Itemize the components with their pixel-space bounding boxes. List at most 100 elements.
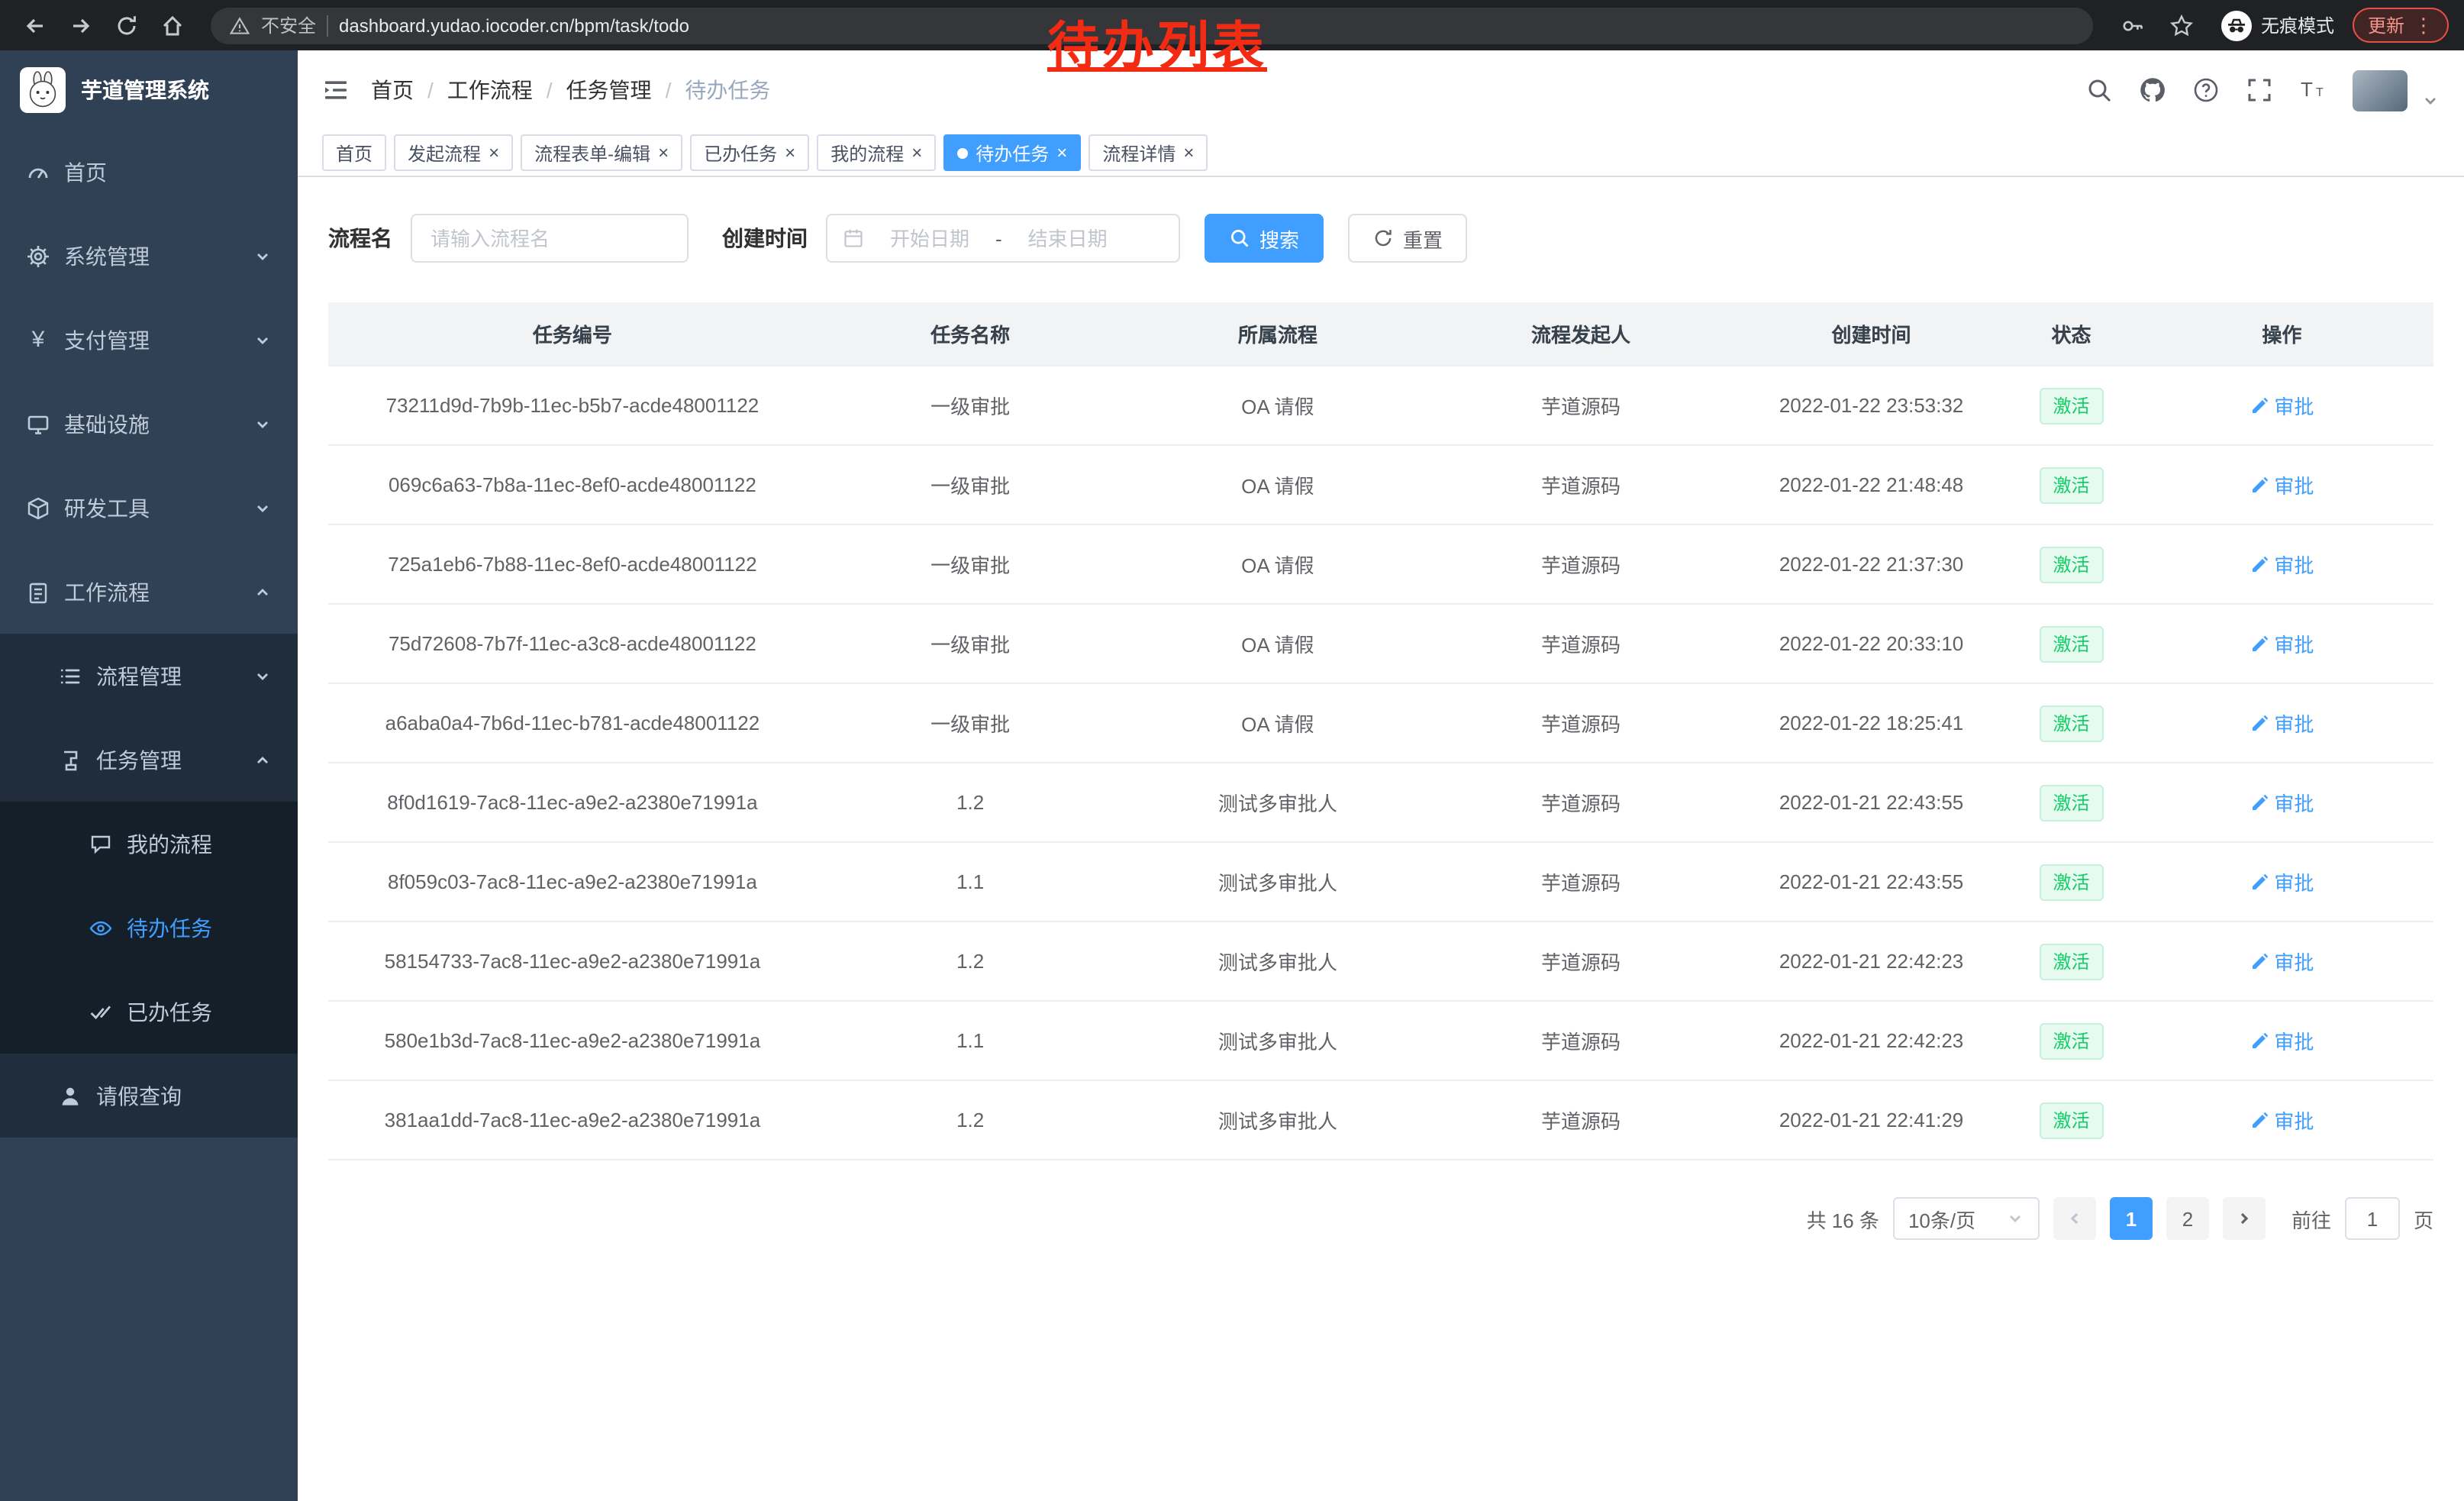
search-button[interactable]: 搜索 bbox=[1205, 214, 1324, 263]
tab-my-process[interactable]: 我的流程 × bbox=[817, 134, 936, 171]
app-frame: 芋道管理系统 首页 系统管理 ¥ 支付管理 基础设施 bbox=[0, 50, 2464, 1501]
address-divider bbox=[327, 15, 328, 36]
end-date-input[interactable] bbox=[1011, 225, 1124, 251]
total-count: 共 16 条 bbox=[1807, 1204, 1879, 1233]
tab-process-detail[interactable]: 流程详情 × bbox=[1088, 134, 1208, 171]
sidebar-item-devtools[interactable]: 研发工具 bbox=[0, 466, 298, 550]
sidebar-item-home[interactable]: 首页 bbox=[0, 130, 298, 214]
page-size-select[interactable]: 10条/页 bbox=[1893, 1197, 2040, 1240]
chevron-down-icon bbox=[253, 247, 272, 265]
table-row: 580e1b3d-7ac8-11ec-a9e2-a2380e71991a 1.1… bbox=[328, 1001, 2433, 1080]
chevron-down-icon[interactable] bbox=[2421, 92, 2440, 110]
approve-button[interactable]: 审批 bbox=[2250, 1026, 2314, 1055]
edit-icon bbox=[2250, 793, 2268, 812]
tab-start-process[interactable]: 发起流程 × bbox=[394, 134, 513, 171]
sidebar-item-system[interactable]: 系统管理 bbox=[0, 214, 298, 298]
cell-actions: 审批 bbox=[2130, 1001, 2433, 1080]
github-icon[interactable] bbox=[2139, 76, 2166, 104]
fullscreen-icon[interactable] bbox=[2246, 76, 2273, 104]
sidebar-item-workflow[interactable]: 工作流程 bbox=[0, 550, 298, 634]
sidebar-item-todo-tasks[interactable]: 待办任务 bbox=[0, 886, 298, 970]
home-icon[interactable] bbox=[153, 5, 192, 45]
sidebar-item-payment[interactable]: ¥ 支付管理 bbox=[0, 298, 298, 382]
gear-icon bbox=[26, 244, 50, 268]
breadcrumb-task-management[interactable]: 任务管理 bbox=[566, 75, 652, 105]
close-icon[interactable]: × bbox=[911, 144, 922, 162]
app-logo-row[interactable]: 芋道管理系统 bbox=[0, 50, 298, 130]
approve-label: 审批 bbox=[2274, 550, 2314, 579]
status-badge: 激活 bbox=[2040, 1022, 2104, 1059]
approve-button[interactable]: 审批 bbox=[2250, 550, 2314, 579]
page-button-2[interactable]: 2 bbox=[2166, 1197, 2209, 1240]
active-dot bbox=[957, 147, 968, 158]
reload-icon[interactable] bbox=[107, 5, 147, 45]
process-name-input[interactable] bbox=[411, 214, 689, 263]
close-icon[interactable]: × bbox=[1183, 144, 1194, 162]
breadcrumb-separator: / bbox=[666, 78, 672, 102]
status-badge: 激活 bbox=[2040, 784, 2104, 821]
sidebar-item-process-management[interactable]: 流程管理 bbox=[0, 634, 298, 718]
tab-process-form-edit[interactable]: 流程表单-编辑 × bbox=[521, 134, 682, 171]
cell-status: 激活 bbox=[2012, 604, 2130, 683]
screen: 不安全 dashboard.yudao.iocoder.cn/bpm/task/… bbox=[0, 0, 2464, 1501]
sidebar-item-done-tasks[interactable]: 已办任务 bbox=[0, 970, 298, 1054]
browser-menu-icon[interactable]: ⋮ bbox=[2414, 15, 2433, 35]
cell-task-name: 1.2 bbox=[817, 763, 1124, 842]
close-icon[interactable]: × bbox=[658, 144, 669, 162]
approve-button[interactable]: 审批 bbox=[2250, 867, 2314, 896]
reset-button[interactable]: 重置 bbox=[1348, 214, 1467, 263]
next-page-button[interactable] bbox=[2223, 1197, 2266, 1240]
breadcrumb-home[interactable]: 首页 bbox=[371, 75, 414, 105]
approve-button[interactable]: 审批 bbox=[2250, 470, 2314, 499]
cell-task-name: 1.2 bbox=[817, 1080, 1124, 1160]
avatar[interactable] bbox=[2353, 69, 2408, 111]
approve-button[interactable]: 审批 bbox=[2250, 788, 2314, 817]
close-icon[interactable]: × bbox=[489, 144, 499, 162]
breadcrumb-workflow[interactable]: 工作流程 bbox=[447, 75, 533, 105]
tab-home[interactable]: 首页 bbox=[322, 134, 386, 171]
approve-button[interactable]: 审批 bbox=[2250, 709, 2314, 738]
security-label[interactable]: 不安全 bbox=[261, 12, 316, 38]
svg-text:T: T bbox=[2301, 78, 2313, 101]
sidebar-collapse-icon[interactable] bbox=[322, 76, 350, 104]
start-date-input[interactable] bbox=[873, 225, 986, 251]
font-size-icon[interactable]: TT bbox=[2299, 76, 2327, 104]
update-button[interactable]: 更新 ⋮ bbox=[2353, 8, 2449, 43]
prev-page-button[interactable] bbox=[2053, 1197, 2096, 1240]
sidebar-item-infrastructure[interactable]: 基础设施 bbox=[0, 382, 298, 466]
cell-process: 测试多审批人 bbox=[1124, 1080, 1432, 1160]
edit-icon bbox=[2250, 634, 2268, 653]
table-row: 381aa1dd-7ac8-11ec-a9e2-a2380e71991a 1.2… bbox=[328, 1080, 2433, 1160]
close-icon[interactable]: × bbox=[785, 144, 795, 162]
annotation-title: 待办列表 bbox=[1047, 5, 1267, 79]
goto-page-input[interactable] bbox=[2345, 1197, 2400, 1240]
url-text[interactable]: dashboard.yudao.iocoder.cn/bpm/task/todo bbox=[339, 15, 689, 36]
close-icon[interactable]: × bbox=[1056, 144, 1067, 162]
approve-button[interactable]: 审批 bbox=[2250, 629, 2314, 658]
back-icon[interactable] bbox=[15, 5, 55, 45]
sidebar-item-label: 待办任务 bbox=[127, 912, 212, 943]
cell-initiator: 芋道源码 bbox=[1431, 525, 1730, 604]
sidebar-item-leave-query[interactable]: 请假查询 bbox=[0, 1054, 298, 1138]
chevron-down-icon bbox=[2006, 1209, 2024, 1228]
sidebar-item-task-management[interactable]: 任务管理 bbox=[0, 718, 298, 802]
calendar-icon bbox=[843, 228, 864, 249]
cell-task-id: 75d72608-7b7f-11ec-a3c8-acde48001122 bbox=[328, 604, 817, 683]
approve-button[interactable]: 审批 bbox=[2250, 947, 2314, 976]
page-button-1[interactable]: 1 bbox=[2110, 1197, 2153, 1240]
approve-button[interactable]: 审批 bbox=[2250, 391, 2314, 420]
tab-todo-tasks[interactable]: 待办任务 × bbox=[943, 134, 1081, 171]
help-icon[interactable] bbox=[2192, 76, 2220, 104]
approve-button[interactable]: 审批 bbox=[2250, 1106, 2314, 1135]
status-badge: 激活 bbox=[2040, 943, 2104, 980]
forward-icon[interactable] bbox=[61, 5, 101, 45]
search-icon[interactable] bbox=[2085, 76, 2113, 104]
tab-done-tasks[interactable]: 已办任务 × bbox=[690, 134, 809, 171]
sidebar-item-my-process[interactable]: 我的流程 bbox=[0, 802, 298, 886]
key-icon[interactable] bbox=[2121, 13, 2145, 37]
cell-actions: 审批 bbox=[2130, 842, 2433, 922]
breadcrumb-separator: / bbox=[547, 78, 553, 102]
bookmark-star-icon[interactable] bbox=[2169, 13, 2194, 37]
date-range-picker[interactable]: - bbox=[826, 214, 1180, 263]
tab-label: 已办任务 bbox=[704, 140, 777, 166]
